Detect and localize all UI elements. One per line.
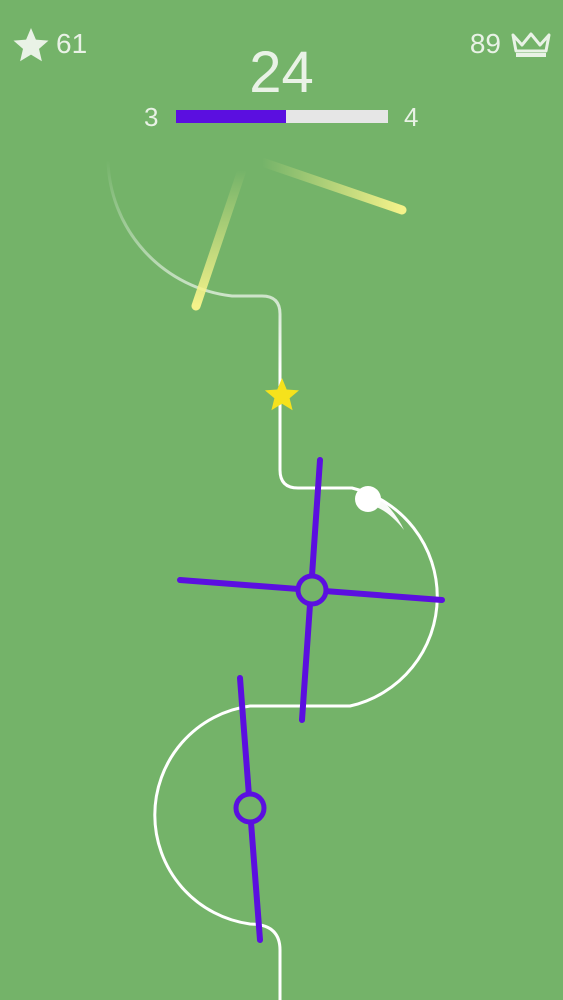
faded-spinner [191, 157, 407, 311]
level-progress-bar [176, 110, 388, 123]
level-next: 4 [404, 102, 419, 132]
spinner-bar [233, 675, 267, 943]
score: 24 [249, 40, 314, 105]
game-stage[interactable]: 61 89 24 3 4 [0, 0, 563, 1000]
level-progress-fill [176, 110, 287, 123]
star-pickup [264, 378, 299, 411]
track-path [106, 159, 439, 1000]
playfield [106, 157, 445, 1000]
player-ball[interactable] [355, 486, 404, 530]
level-current: 3 [144, 102, 159, 132]
spinner-cross [177, 457, 445, 723]
